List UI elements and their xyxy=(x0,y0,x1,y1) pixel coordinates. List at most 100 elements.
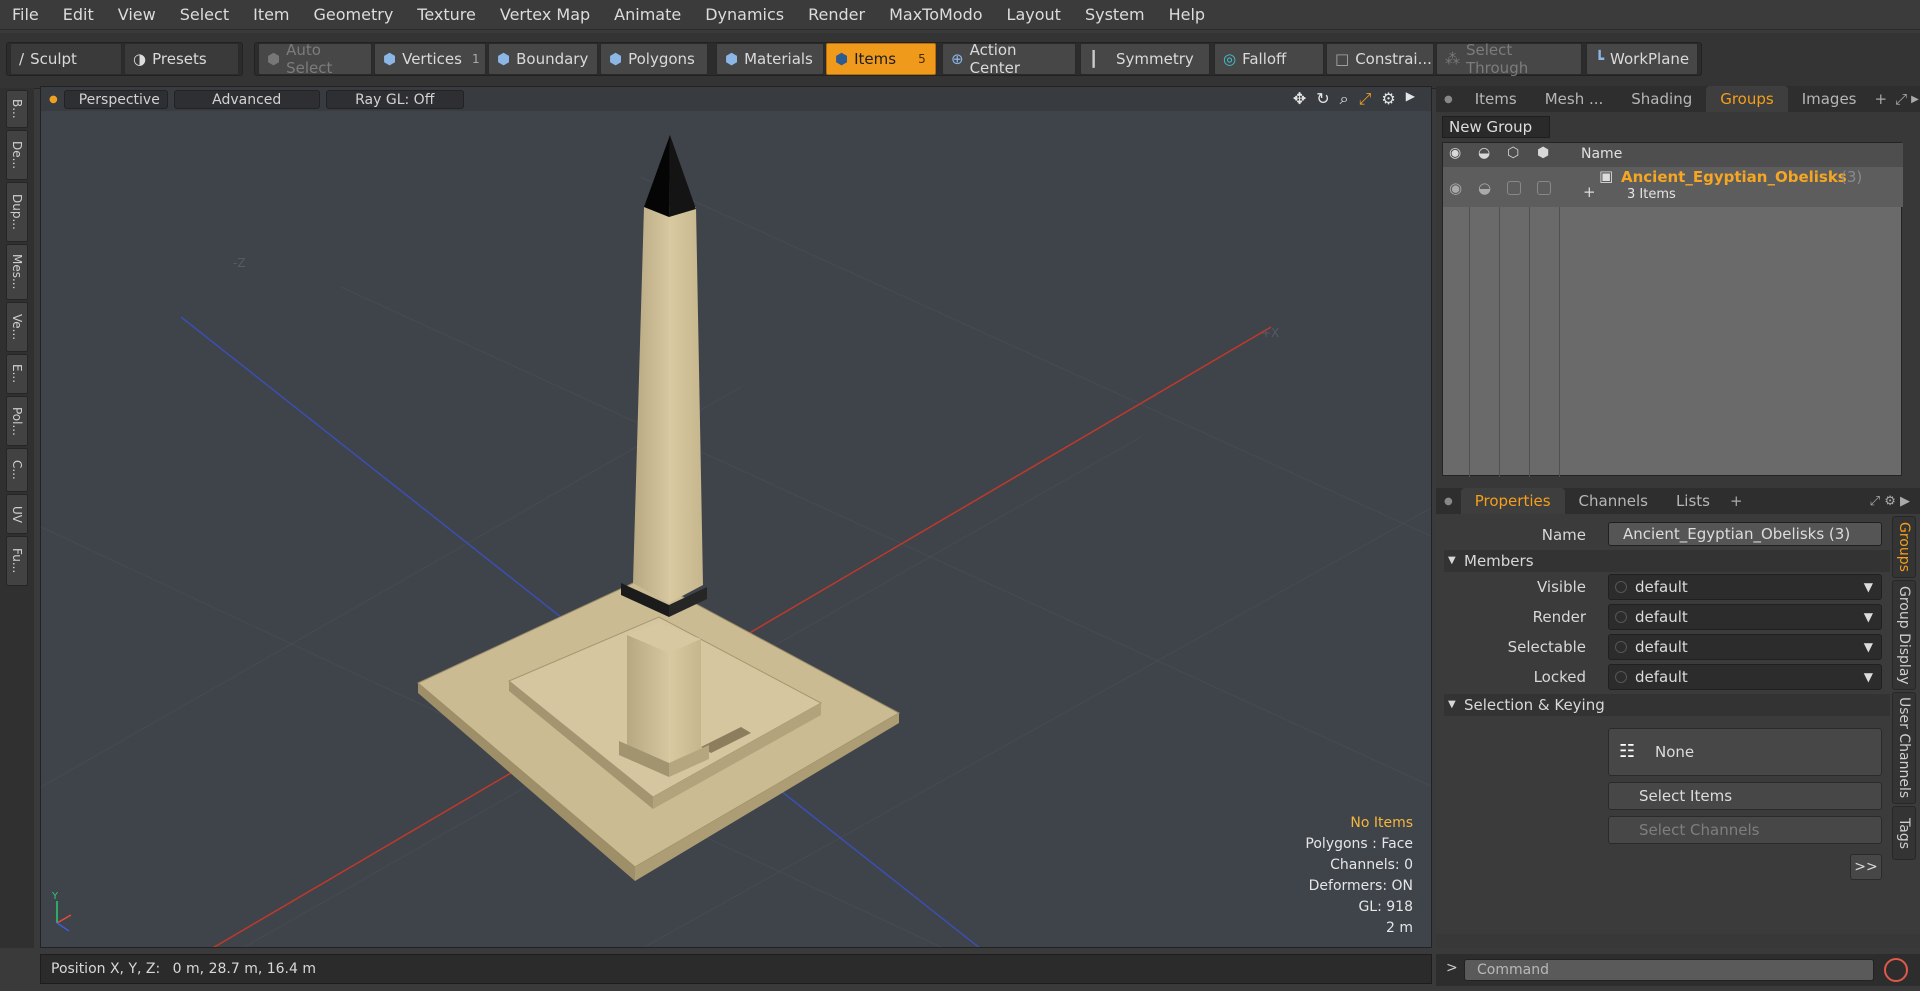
tab-lists[interactable]: Lists xyxy=(1662,488,1724,514)
select-through-button[interactable]: ⁂ Select Through xyxy=(1436,41,1582,77)
maximize-icon[interactable]: ⤢ xyxy=(1359,89,1372,109)
add-props-tab-icon[interactable]: + xyxy=(1724,492,1749,510)
row-render-icon[interactable]: ◒ xyxy=(1478,179,1491,197)
items-button[interactable]: ⬢ Items 5 xyxy=(826,43,936,75)
keying-none-button[interactable]: ☷ None xyxy=(1608,728,1882,776)
vertices-button[interactable]: ⬢ Vertices 1 xyxy=(374,43,486,75)
row-eye-icon[interactable]: ◉ xyxy=(1449,179,1462,197)
menu-animate[interactable]: Animate xyxy=(602,0,693,30)
menu-select[interactable]: Select xyxy=(168,0,241,30)
left-tab-curve[interactable]: C... xyxy=(6,448,28,492)
presets-button[interactable]: ◑ Presets xyxy=(124,43,239,75)
side-tab-tags[interactable]: Tags xyxy=(1892,806,1916,860)
left-tab-deform[interactable]: De... xyxy=(6,130,28,180)
left-tab-basic[interactable]: B... xyxy=(6,90,28,128)
gear-icon[interactable]: ⚙ xyxy=(1381,89,1395,109)
menu-maxtomodo[interactable]: MaxToModo xyxy=(877,0,994,30)
action-center-button[interactable]: ⊕ Action Center xyxy=(942,41,1076,77)
left-tab-duplicate[interactable]: Dup... xyxy=(6,182,28,242)
props-settings-icon[interactable]: ⤢ ⚙ ▶ xyxy=(1870,494,1910,509)
menu-view[interactable]: View xyxy=(106,0,168,30)
left-tab-uv[interactable]: UV xyxy=(6,494,28,534)
new-group-button[interactable]: New Group xyxy=(1442,116,1550,138)
more-button[interactable]: >> xyxy=(1850,854,1882,880)
tab-groups[interactable]: Groups xyxy=(1706,86,1788,112)
left-tab-polygon[interactable]: Pol... xyxy=(6,396,28,446)
render-select[interactable]: default ▼ xyxy=(1608,604,1882,630)
raygl-button[interactable]: Ray GL: Off xyxy=(325,89,464,109)
left-tab-edge[interactable]: E... xyxy=(6,354,28,394)
render-icon[interactable]: ◒ xyxy=(1478,145,1490,161)
render-keyframe-icon[interactable] xyxy=(1615,611,1627,623)
rotate-icon[interactable]: ↻ xyxy=(1316,89,1329,109)
side-tab-user-channels[interactable]: User Channels xyxy=(1892,692,1916,804)
select-icon[interactable]: ⬡ xyxy=(1507,145,1519,161)
visible-select[interactable]: default ▼ xyxy=(1608,574,1882,600)
left-tab-mesh-edit[interactable]: Mes... xyxy=(6,244,28,300)
menu-vertex-map[interactable]: Vertex Map xyxy=(488,0,602,30)
auto-select-button[interactable]: ⬢ Auto Select xyxy=(258,41,372,77)
panel-arrow-icon[interactable]: ▶ xyxy=(1911,94,1919,105)
menu-render[interactable]: Render xyxy=(796,0,877,30)
left-tab-vertex[interactable]: Ve... xyxy=(6,302,28,352)
side-tab-groups[interactable]: Groups xyxy=(1892,516,1916,578)
add-tab-icon[interactable]: + xyxy=(1871,90,1892,108)
move-icon[interactable]: ✥ xyxy=(1293,89,1306,109)
menu-layout[interactable]: Layout xyxy=(995,0,1073,30)
visible-keyframe-icon[interactable] xyxy=(1615,581,1627,593)
expand-plus-icon[interactable]: + xyxy=(1583,183,1596,201)
menu-item[interactable]: Item xyxy=(241,0,301,30)
record-icon[interactable] xyxy=(1884,958,1908,982)
polygons-button[interactable]: ⬢ Polygons xyxy=(600,43,708,75)
select-items-button[interactable]: Select Items xyxy=(1608,782,1882,810)
row-select-checkbox[interactable] xyxy=(1507,181,1521,195)
members-section[interactable]: ▼ Members xyxy=(1444,550,1890,572)
select-channels-button[interactable]: Select Channels xyxy=(1608,816,1882,844)
name-column-header[interactable]: Name xyxy=(1581,146,1622,162)
left-tab-fusion[interactable]: Fu... xyxy=(6,536,28,586)
selection-keying-section[interactable]: ▼ Selection & Keying xyxy=(1444,694,1890,716)
eye-icon[interactable]: ◉ xyxy=(1449,145,1461,161)
tab-mesh[interactable]: Mesh ... xyxy=(1531,86,1618,112)
constraints-button[interactable]: □ Constrai... xyxy=(1326,43,1434,75)
sculpt-button[interactable]: ∕ Sculpt xyxy=(10,43,122,75)
3d-viewport[interactable]: +X -Z Y ● Perspective Advanced Ray GL: O… xyxy=(40,86,1432,948)
selectable-select[interactable]: default ▼ xyxy=(1608,634,1882,660)
scene-render: +X -Z Y xyxy=(41,135,1431,947)
symmetry-button[interactable]: ┃ Symmetry xyxy=(1080,43,1210,75)
boundary-button[interactable]: ⬢ Boundary xyxy=(488,43,598,75)
command-input[interactable]: Command xyxy=(1464,959,1874,981)
materials-button[interactable]: ⬢ Materials xyxy=(716,43,824,75)
menu-system[interactable]: System xyxy=(1073,0,1157,30)
lock-icon[interactable]: ⬢ xyxy=(1537,145,1549,161)
row-lock-checkbox[interactable] xyxy=(1537,181,1551,195)
tab-shading[interactable]: Shading xyxy=(1617,86,1706,112)
tab-channels[interactable]: Channels xyxy=(1565,488,1662,514)
tab-images[interactable]: Images xyxy=(1788,86,1871,112)
workplane-button[interactable]: ┗ WorkPlane xyxy=(1586,43,1698,75)
menu-edit[interactable]: Edit xyxy=(51,0,106,30)
side-tab-group-display[interactable]: Group Display xyxy=(1892,580,1916,690)
play-icon[interactable]: ▶ xyxy=(1406,89,1415,109)
view-mode-button[interactable]: Perspective xyxy=(63,89,168,109)
expand-icon[interactable]: ⤢ xyxy=(1891,90,1911,108)
falloff-button[interactable]: ◎ Falloff xyxy=(1214,43,1324,75)
zoom-icon[interactable]: ⌕ xyxy=(1340,89,1349,109)
selectable-keyframe-icon[interactable] xyxy=(1615,641,1627,653)
selectable-dropdown-icon: ▼ xyxy=(1863,640,1873,654)
menu-dynamics[interactable]: Dynamics xyxy=(693,0,796,30)
props-menu-dot-icon[interactable]: ● xyxy=(1436,496,1461,507)
locked-select[interactable]: default ▼ xyxy=(1608,664,1882,690)
tab-properties[interactable]: Properties xyxy=(1460,488,1565,514)
menu-geometry[interactable]: Geometry xyxy=(302,0,406,30)
panel-menu-dot-icon[interactable]: ● xyxy=(1436,94,1461,105)
viewport-menu-dot-icon[interactable]: ● xyxy=(49,94,58,105)
name-field[interactable]: Ancient_Egyptian_Obelisks (3) xyxy=(1608,522,1882,546)
menu-help[interactable]: Help xyxy=(1157,0,1217,30)
menu-file[interactable]: File xyxy=(0,0,51,30)
render-mode-button[interactable]: Advanced xyxy=(173,89,320,109)
menu-texture[interactable]: Texture xyxy=(405,0,488,30)
group-row[interactable]: ◉ ◒ + ▣ Ancient_Egyptian_Obelisks (3) 3 … xyxy=(1443,167,1903,207)
tab-items[interactable]: Items xyxy=(1461,86,1531,112)
locked-keyframe-icon[interactable] xyxy=(1615,671,1627,683)
